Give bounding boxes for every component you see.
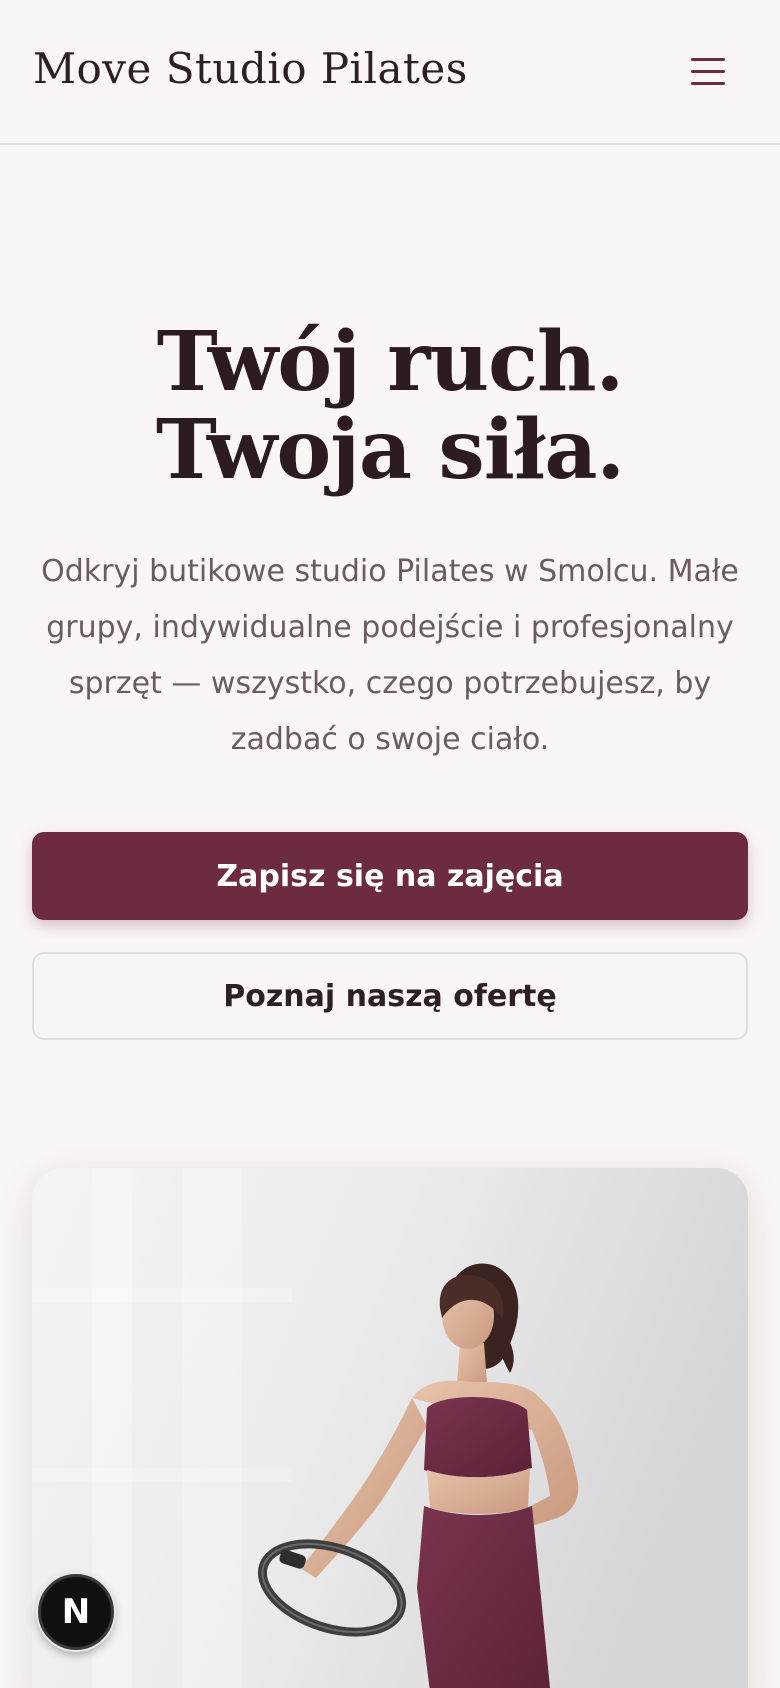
nextjs-dev-indicator-icon[interactable]: N [38,1574,114,1650]
hero-subtitle: Odkryj butikowe studio Pilates w Smolcu.… [41,554,739,757]
menu-bar [691,82,725,85]
hero-title: Twój ruch. Twoja siła. [155,314,625,498]
offer-button[interactable]: Poznaj naszą ofertę [32,952,748,1040]
hero-image [32,1168,748,1688]
pilates-woman-illustration [32,1168,748,1688]
site-header: Move Studio Pilates [0,0,780,145]
hamburger-menu-icon[interactable] [686,50,730,94]
menu-bar [691,58,725,61]
menu-bar [691,70,725,73]
signup-button[interactable]: Zapisz się na zajęcia [32,832,748,920]
brand-logo[interactable]: Move Studio Pilates [33,44,468,93]
